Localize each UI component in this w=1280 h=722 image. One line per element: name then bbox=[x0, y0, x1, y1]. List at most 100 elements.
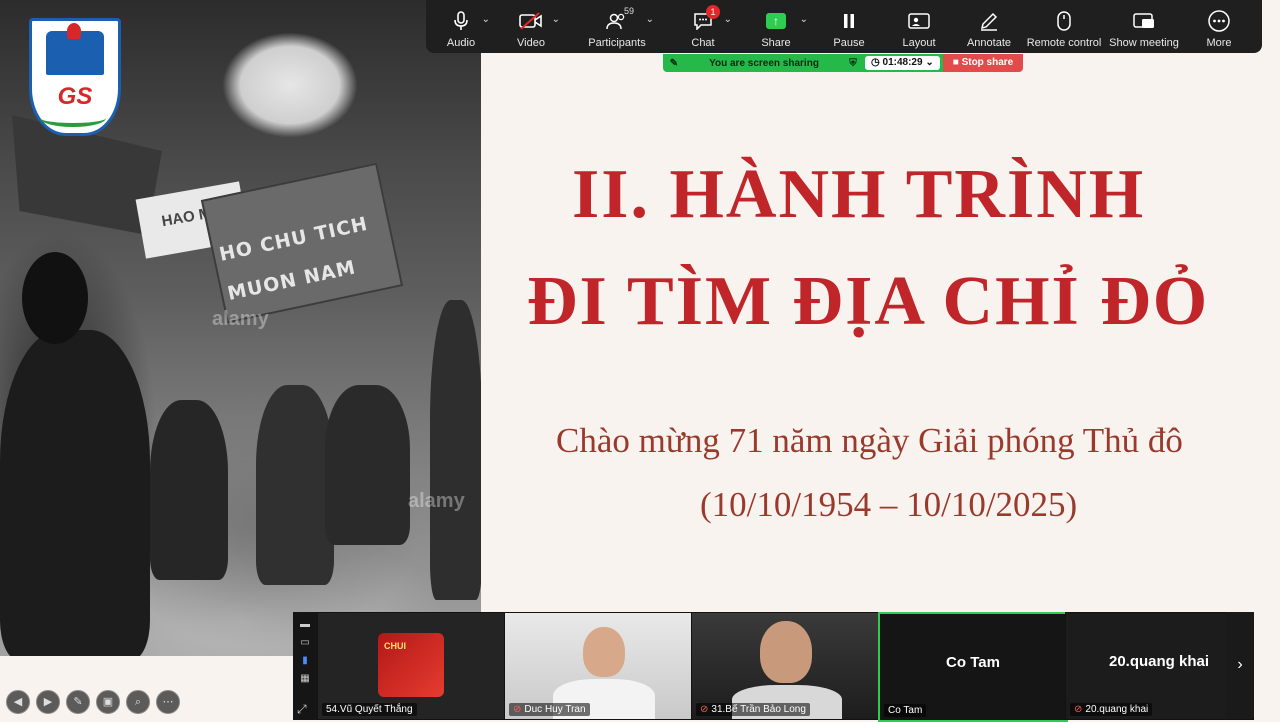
participants-count: 59 bbox=[624, 6, 635, 16]
torch-icon bbox=[67, 23, 81, 39]
stop-share-button[interactable]: ■ Stop share bbox=[943, 54, 1023, 72]
layout-button[interactable]: Layout bbox=[884, 0, 954, 53]
photo-figure bbox=[150, 400, 228, 580]
participant-display-name: Co Tam bbox=[946, 654, 1000, 671]
annotate-button[interactable]: Annotate bbox=[954, 0, 1024, 53]
share-timer[interactable]: ◷ 01:48:29 ⌄ bbox=[865, 56, 940, 70]
stop-icon: ■ bbox=[952, 57, 959, 68]
video-button[interactable]: ⌄ Video bbox=[496, 0, 566, 53]
pen-icon[interactable]: ✎ bbox=[663, 58, 685, 69]
audio-button[interactable]: ⌄ Audio bbox=[426, 0, 496, 53]
participant-tile-active-speaker[interactable]: Co Tam Co Tam bbox=[878, 612, 1068, 722]
participant-name-label: ⊘ 20.quang khai bbox=[1070, 703, 1153, 716]
participant-name-label: ⊘ Duc Huy Tran bbox=[509, 703, 590, 716]
chevron-down-icon[interactable]: ⌄ bbox=[482, 14, 490, 25]
share-screen-icon: ↑ bbox=[766, 9, 786, 33]
participant-display-name: 20.quang khai bbox=[1108, 653, 1210, 670]
layout-icon bbox=[908, 9, 930, 33]
share-timer-text: 01:48:29 bbox=[882, 57, 923, 68]
participants-button[interactable]: 59 ⌄ Participants bbox=[566, 0, 668, 53]
chat-button[interactable]: 1 ⌄ Chat bbox=[668, 0, 738, 53]
photo-figure bbox=[0, 330, 150, 656]
participant-name: 31.Bế Trần Bảo Long bbox=[711, 704, 806, 715]
single-view-icon[interactable]: ▭ bbox=[293, 634, 317, 652]
photo-figure bbox=[325, 385, 410, 545]
chevron-down-icon[interactable]: ⌄ bbox=[646, 14, 654, 25]
video-off-icon bbox=[519, 9, 543, 33]
minimize-icon[interactable]: ▬ bbox=[293, 616, 317, 634]
annotate-label: Annotate bbox=[966, 37, 1012, 49]
participant-tile[interactable]: ⊘ 31.Bế Trần Bảo Long bbox=[691, 612, 879, 720]
chevron-down-icon[interactable]: ⌄ bbox=[724, 14, 732, 25]
muted-mic-icon: ⊘ bbox=[700, 704, 709, 715]
chevron-down-icon[interactable]: ⌄ bbox=[552, 14, 560, 25]
participant-name: 54.Vũ Quyết Thắng bbox=[322, 703, 417, 716]
more-icon bbox=[1208, 9, 1230, 33]
expand-icon[interactable]: ⤢ bbox=[297, 702, 307, 717]
pause-label: Pause bbox=[833, 37, 865, 49]
mouse-icon bbox=[1057, 9, 1071, 33]
photo-figure bbox=[256, 385, 334, 585]
more-button[interactable]: More bbox=[1184, 0, 1254, 53]
participant-video bbox=[760, 621, 812, 683]
remote-control-button[interactable]: Remote control bbox=[1024, 0, 1104, 53]
stop-share-label: Stop share bbox=[961, 57, 1014, 68]
participants-label: Participants bbox=[588, 37, 646, 49]
pause-icon bbox=[842, 9, 856, 33]
remote-control-label: Remote control bbox=[1026, 37, 1102, 49]
participant-video bbox=[583, 627, 625, 677]
previous-slide-icon[interactable]: ◀ bbox=[6, 690, 30, 714]
slide-title-line-1: II. HÀNH TRÌNH bbox=[572, 156, 1146, 233]
pause-share-button[interactable]: Pause bbox=[814, 0, 884, 53]
share-button[interactable]: ↑ ⌄ Share bbox=[738, 0, 814, 53]
slide-title-line-2: ĐI TÌM ĐỊA CHỈ ĐỎ bbox=[527, 263, 1210, 340]
laurel-icon bbox=[40, 109, 106, 127]
photo-figure bbox=[430, 300, 481, 600]
chevron-right-icon[interactable]: › bbox=[1226, 612, 1254, 718]
participant-name-label: ⊘ 31.Bế Trần Bảo Long bbox=[696, 703, 810, 716]
chevron-down-icon: ⌄ bbox=[925, 57, 934, 68]
thumbnail-text: CHUI bbox=[384, 641, 406, 651]
participant-name: Co Tam bbox=[884, 704, 927, 717]
logo-text: GS bbox=[57, 83, 93, 110]
participant-thumbnail: CHUI bbox=[378, 633, 444, 697]
show-meeting-label: Show meeting bbox=[1109, 37, 1179, 49]
meeting-toolbar: ⌄ Audio ⌄ Video 59 ⌄ Participants 1 ⌄ Ch… bbox=[426, 0, 1262, 53]
show-meeting-icon bbox=[1133, 9, 1155, 33]
participant-tile[interactable]: ⊘ Duc Huy Tran bbox=[504, 612, 692, 720]
photo-figure bbox=[22, 252, 88, 344]
photo-watermark: alamy bbox=[408, 490, 465, 512]
screen-sharing-bar: ✎ You are screen sharing ⛨ ◷ 01:48:29 ⌄ … bbox=[663, 54, 1023, 72]
more-label: More bbox=[1206, 37, 1232, 49]
microphone-icon bbox=[454, 9, 468, 33]
participant-name: Duc Huy Tran bbox=[524, 704, 586, 715]
clock-icon: ◷ bbox=[871, 57, 880, 68]
shield-icon[interactable]: ⛨ bbox=[843, 58, 863, 69]
more-options-icon[interactable]: ⋯ bbox=[156, 690, 180, 714]
next-slide-icon[interactable]: ▶ bbox=[36, 690, 60, 714]
participant-tile[interactable]: CHUI 54.Vũ Quyết Thắng bbox=[317, 612, 505, 720]
pen-icon[interactable]: ✎ bbox=[66, 690, 90, 714]
chat-label: Chat bbox=[691, 37, 715, 49]
participant-name: 20.quang khai bbox=[1085, 704, 1149, 715]
photo-watermark: alamy bbox=[212, 308, 269, 330]
strip-view-icon[interactable]: ▮ bbox=[293, 652, 317, 670]
slide-subtitle-line-2: (10/10/1954 – 10/10/2025) bbox=[700, 485, 1078, 524]
participant-tile[interactable]: 20.quang khai ⊘ 20.quang khai bbox=[1065, 612, 1253, 720]
pencil-icon bbox=[979, 9, 999, 33]
show-meeting-button[interactable]: Show meeting bbox=[1104, 0, 1184, 53]
participant-gallery: CHUI 54.Vũ Quyết Thắng ⊘ Duc Huy Tran ⊘ 31… bbox=[317, 612, 1254, 722]
slideshow-controls: ◀ ▶ ✎ ▣ ⌕ ⋯ bbox=[0, 684, 196, 720]
sharing-status: ✎ You are screen sharing ⛨ ◷ 01:48:29 ⌄ bbox=[663, 54, 943, 72]
zoom-icon[interactable]: ⌕ bbox=[126, 690, 150, 714]
share-label: Share bbox=[761, 37, 791, 49]
slide-subtitle-line-1: Chào mừng 71 năm ngày Giải phóng Thủ đô bbox=[556, 421, 1183, 460]
school-logo: GS bbox=[29, 18, 121, 136]
video-label: Video bbox=[517, 37, 545, 49]
sharing-status-text: You are screen sharing bbox=[709, 57, 819, 69]
chat-badge: 1 bbox=[706, 5, 720, 19]
layout-label: Layout bbox=[902, 37, 936, 49]
chevron-down-icon[interactable]: ⌄ bbox=[800, 14, 808, 25]
grid-view-icon[interactable]: ▦ bbox=[293, 670, 317, 688]
slides-grid-icon[interactable]: ▣ bbox=[96, 690, 120, 714]
